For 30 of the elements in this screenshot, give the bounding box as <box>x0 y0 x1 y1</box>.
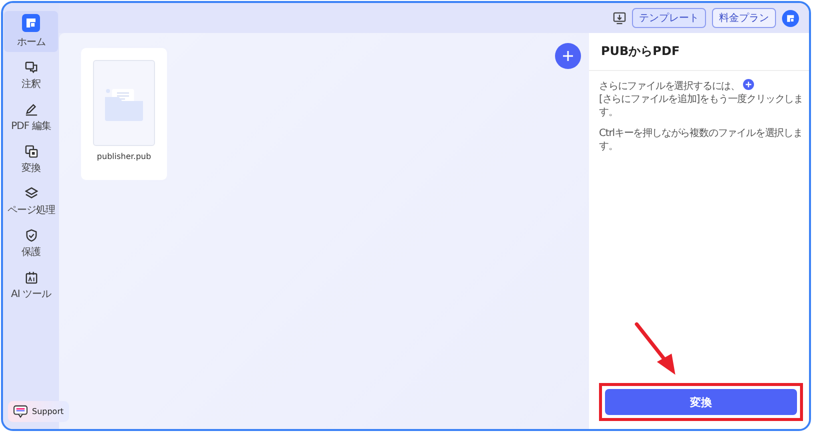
instruction-text: Ctrlキーを押しながら複数のファイルを選択します。 <box>599 127 803 153</box>
sidebar-item[interactable]: ホーム <box>4 11 58 52</box>
instruction-text: さらにファイルを選択するには、 <box>599 81 740 92</box>
plus-icon <box>562 50 574 62</box>
app-logo-icon <box>22 14 40 32</box>
sidebar-item[interactable]: PDF 編集 <box>4 100 58 136</box>
chat-icon <box>13 405 28 418</box>
header-button[interactable]: 料金プラン <box>712 8 776 28</box>
sidebar-item[interactable]: 変換 <box>4 142 58 178</box>
app-logo-icon[interactable] <box>782 10 799 26</box>
pen-icon <box>24 103 38 116</box>
panel-title: PUBからPDF <box>589 33 809 71</box>
ai-board-icon <box>24 271 38 284</box>
sidebar-item[interactable]: 保護 <box>4 226 58 262</box>
monitor-download-icon[interactable] <box>613 12 626 24</box>
sidebar-item[interactable]: ページ処理 <box>4 184 58 220</box>
add-file-button[interactable] <box>555 43 581 69</box>
file-name: publisher.pub <box>96 152 152 161</box>
sidebar-item[interactable]: 注釈 <box>4 58 58 94</box>
convert-icon <box>24 145 38 158</box>
support-button[interactable]: Support <box>8 401 69 422</box>
comment-icon <box>24 61 38 74</box>
shield-icon <box>24 229 38 242</box>
plus-circle-icon <box>742 79 754 90</box>
instruction-text: [さらにファイルを追加]をもう一度クリックします。 <box>599 93 803 119</box>
header-button[interactable]: テンプレート <box>632 8 706 28</box>
sidebar-item[interactable]: AI ツール <box>4 268 58 304</box>
layers-icon <box>24 187 38 200</box>
file-card[interactable]: publisher.pub <box>81 48 167 180</box>
convert-button[interactable]: 変換 <box>605 389 797 415</box>
